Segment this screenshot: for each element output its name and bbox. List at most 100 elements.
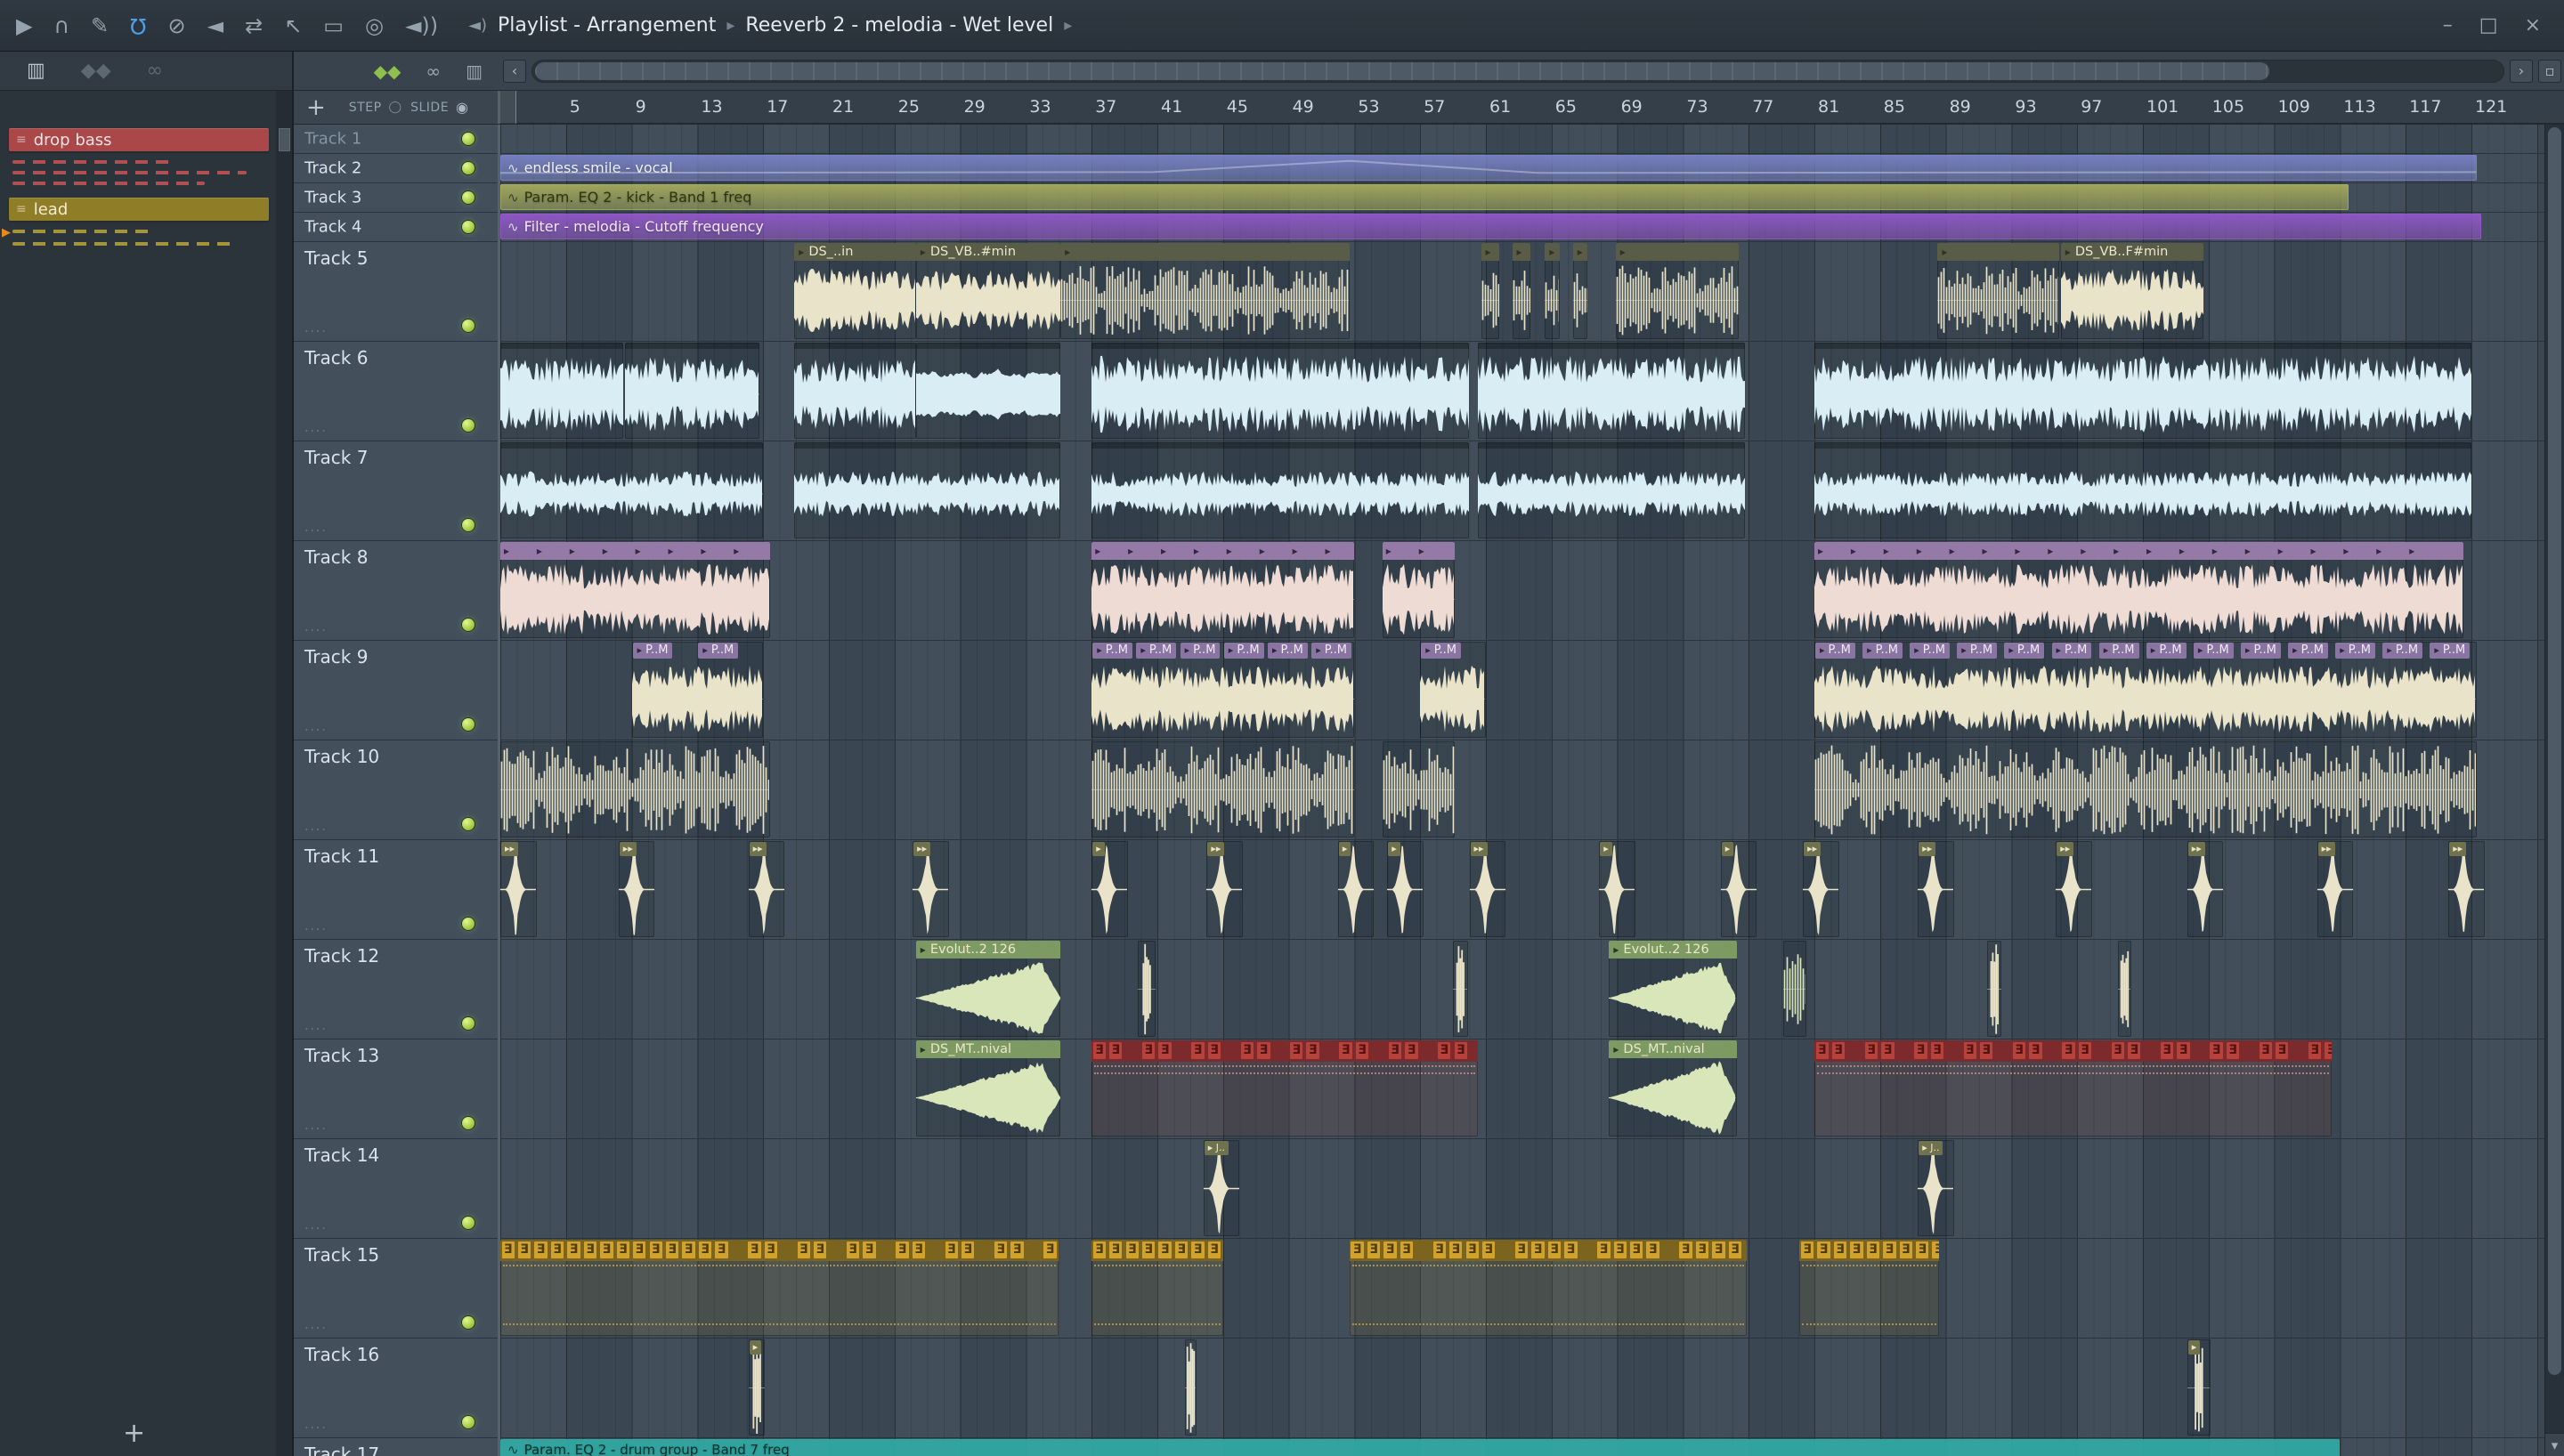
scroll-down-button[interactable]: ▾ <box>2545 1433 2564 1456</box>
track-mute-dot[interactable] <box>462 718 475 731</box>
pattern-icon[interactable]: ◆◆ <box>81 60 111 82</box>
track-lane-1[interactable] <box>500 125 2544 154</box>
step-toggle[interactable]: ◯ <box>389 101 402 114</box>
track-lane-10[interactable] <box>500 740 2544 840</box>
playlist-clip[interactable]: ƎƎƎƎƎƎƎƎƎƎƎƎƎƎƎƎƎƎƎƎƎƎ <box>1814 1040 2333 1136</box>
slide-knob[interactable]: ◉ <box>456 99 468 116</box>
track-lane-14[interactable]: ▸ J.. ▸ J.. <box>500 1139 2544 1239</box>
playlist-clip[interactable]: ▸ <box>1337 841 1375 937</box>
playlist-clip[interactable] <box>1782 941 1806 1037</box>
playlist-clip[interactable]: ▸ <box>1937 243 2059 339</box>
playlist-clip[interactable] <box>794 343 916 439</box>
playlist-clip[interactable] <box>1814 741 2477 837</box>
playlist-clip[interactable] <box>1814 343 2471 439</box>
track-lane-6[interactable] <box>500 342 2544 441</box>
track-mute-dot[interactable] <box>462 162 475 174</box>
track-mute-dot[interactable] <box>462 1017 475 1030</box>
piano-roll-icon[interactable]: ▥ <box>466 61 483 82</box>
link-icon[interactable]: ∞ <box>147 60 163 82</box>
playlist-clip[interactable]: ƎƎƎƎƎƎƎƎ <box>1091 1240 1223 1336</box>
piano-roll-icon[interactable]: ▥ <box>27 60 45 82</box>
playlist-clip[interactable]: ▸ <box>1091 841 1128 937</box>
playlist-clip[interactable] <box>1477 442 1746 538</box>
track-mute-dot[interactable] <box>462 519 475 531</box>
horizontal-scrollbar-thumb[interactable] <box>535 61 2270 80</box>
track-resize-grip[interactable]: ···· <box>304 524 328 538</box>
playhead-marker[interactable] <box>500 91 517 124</box>
track-lane-16[interactable]: ▸ ▸ <box>500 1339 2544 1438</box>
scroll-resize-button[interactable]: ▫ <box>2538 59 2561 83</box>
magnet-icon[interactable]: Ω <box>130 13 146 38</box>
track-mute-dot[interactable] <box>462 918 475 930</box>
add-track-button[interactable]: + <box>306 94 326 121</box>
track-name[interactable]: Track 14 <box>304 1145 379 1166</box>
playlist-clip[interactable]: ▸ P..M ▸ P..M <box>631 642 764 738</box>
track-lane-8[interactable]: ▸ ▸ ▸ ▸ ▸ ▸ ▸ ▸ ▸ ▸ ▸ ▸ ▸ ▸ ▸ ▸ ▸ ▸ ▸ ▸ ▸ ▸ ▸ ▸ ▸ ▸ ▸ ▸ ▸ ▸ ▸ ▸ ▸ ▸ ▸ ▸ ▸ <box>500 541 2544 641</box>
playlist-clip[interactable]: ▸ DS_VB..F#min <box>2060 243 2204 339</box>
playlist-clip[interactable]: ƎƎƎƎƎƎƎƎƎ <box>1799 1240 1940 1336</box>
playlist-clip[interactable]: ∿ endless smile - vocal <box>500 155 2477 181</box>
playlist-clip[interactable]: ∿ Param. EQ 2 - kick - Band 1 freq <box>500 184 2349 210</box>
playlist-clip[interactable]: ▸ P..M ▸ P..M ▸ P..M ▸ P..M ▸ P..M ▸ P..M ▸ P..M ▸ P..M… <box>1814 642 2477 738</box>
playlist-clip[interactable] <box>2118 941 2132 1037</box>
track-mute-dot[interactable] <box>462 419 475 432</box>
playlist-clip[interactable]: ▸▸ <box>913 841 949 937</box>
timeline-ruler[interactable]: 5 9 13 17 21 25 29 33 37 41 45 49 53 57 61 65 69 73 77 81 85… <box>500 91 2564 124</box>
track-lane-15[interactable]: ƎƎƎƎƎƎƎƎƎƎƎƎƎƎƎƎƎƎƎƎƎƎƎƎƎƎƎƎƎƎƎƎƎƎƎƎƎƎƎƎ… <box>500 1239 2544 1339</box>
track-mute-dot[interactable] <box>462 320 475 332</box>
playlist-clip[interactable] <box>1091 741 1355 837</box>
playlist-clip[interactable]: ▸ <box>1572 243 1588 339</box>
track-name[interactable]: Track 6 <box>304 347 368 368</box>
zoom-icon[interactable]: ◎ <box>365 13 384 38</box>
track-name[interactable]: Track 17 <box>304 1444 379 1456</box>
picker-body[interactable]: ▶ ≡ drop bass ≡ lead <box>0 91 292 1456</box>
track-lane-17[interactable]: ∿ Param. EQ 2 - drum group - Band 7 freq <box>500 1438 2544 1456</box>
pattern-mode-icon[interactable]: ◆◆ <box>374 61 402 82</box>
playlist-clip[interactable]: ▸ P..M <box>1420 642 1486 738</box>
horizontal-scrollbar[interactable] <box>531 59 2504 83</box>
track-resize-grip[interactable]: ···· <box>304 1122 328 1136</box>
playlist-clip[interactable]: ▸ ▸ ▸ ▸ ▸ ▸ ▸ ▸ <box>1091 542 1355 638</box>
playlist-clip[interactable] <box>915 343 1061 439</box>
track-mute-dot[interactable] <box>462 1416 475 1428</box>
track-mute-dot[interactable] <box>462 619 475 631</box>
picker-scrollbar-thumb[interactable] <box>279 128 290 151</box>
track-resize-grip[interactable]: ···· <box>304 325 328 339</box>
playlist-clip[interactable] <box>1477 343 1746 439</box>
playlist-clip[interactable]: ▸ Evolut..2 126 <box>1609 941 1738 1037</box>
track-name[interactable]: Track 10 <box>304 746 379 767</box>
track-resize-grip[interactable]: ···· <box>304 1023 328 1037</box>
track-mute-dot[interactable] <box>462 133 475 145</box>
playlist-clip[interactable]: ▸▸ <box>2448 841 2485 937</box>
track-resize-grip[interactable]: ···· <box>304 823 328 837</box>
track-name[interactable]: Track 13 <box>304 1045 379 1066</box>
playlist-clip[interactable] <box>1382 741 1455 837</box>
track-lane-12[interactable]: ▸ Evolut..2 126 ▸ Evolut..2 126 <box>500 940 2544 1039</box>
playlist-clip[interactable]: ▸ DS_VB..#min <box>915 243 1061 339</box>
track-name[interactable]: Track 9 <box>304 646 368 667</box>
track-resize-grip[interactable]: ···· <box>304 425 328 439</box>
playlist-clip[interactable]: ▸ DS_MT..nival <box>1609 1040 1738 1136</box>
track-name[interactable]: Track 8 <box>304 546 368 568</box>
pattern-item[interactable]: ≡ drop bass <box>9 128 269 198</box>
track-lane-5[interactable]: ▸ DS_..in ▸ DS_VB..#min ▸ ▸ ▸ ▸ ▸ ▸ ▸ ▸ DS_VB..F#min <box>500 242 2544 342</box>
track-lane-2[interactable]: ∿ endless smile - vocal <box>500 154 2544 183</box>
track-lane-13[interactable]: ▸ DS_MT..nival Ǝ Ǝ Ǝ Ǝ Ǝ Ǝ Ǝ Ǝ Ǝ Ǝ Ǝ Ǝ Ǝ Ǝ Ǝ Ǝ ▸ DS_MT..niv… <box>500 1039 2544 1139</box>
track-lane-9[interactable]: ▸ P..M ▸ P..M ▸ P..M ▸ P..M ▸ P..M ▸ P..M ▸ P..M ▸ P..M… <box>500 641 2544 740</box>
playlist-clip[interactable]: ▸▸ <box>618 841 655 937</box>
playlist-clip[interactable]: ▸▸ <box>2187 841 2224 937</box>
playlist-clip[interactable]: ▸ P..M ▸ P..M ▸ P..M ▸ P..M ▸ P..M ▸ P..M <box>1091 642 1355 738</box>
playlist-clip[interactable]: ▸ <box>1387 841 1424 937</box>
scroll-right-button[interactable]: › <box>2510 59 2533 83</box>
track-name[interactable]: Track 7 <box>304 447 368 468</box>
track-resize-grip[interactable]: ···· <box>304 1421 328 1436</box>
playlist-clip[interactable]: ∿ Filter - melodia - Cutoff frequency <box>500 214 2482 239</box>
playlist-clip[interactable]: ▸ J.. <box>1918 1140 1954 1236</box>
track-lane-3[interactable]: ∿ Param. EQ 2 - kick - Band 1 freq <box>500 183 2544 213</box>
track-resize-grip[interactable]: ···· <box>304 923 328 937</box>
playlist-clip[interactable]: ▸ <box>1545 243 1560 339</box>
draw-tool-icon[interactable]: ✎ <box>91 13 109 38</box>
track-resize-grip[interactable]: ···· <box>304 1322 328 1336</box>
playlist-clip[interactable] <box>794 442 1061 538</box>
playlist-clip[interactable]: ▸▸ <box>748 841 785 937</box>
